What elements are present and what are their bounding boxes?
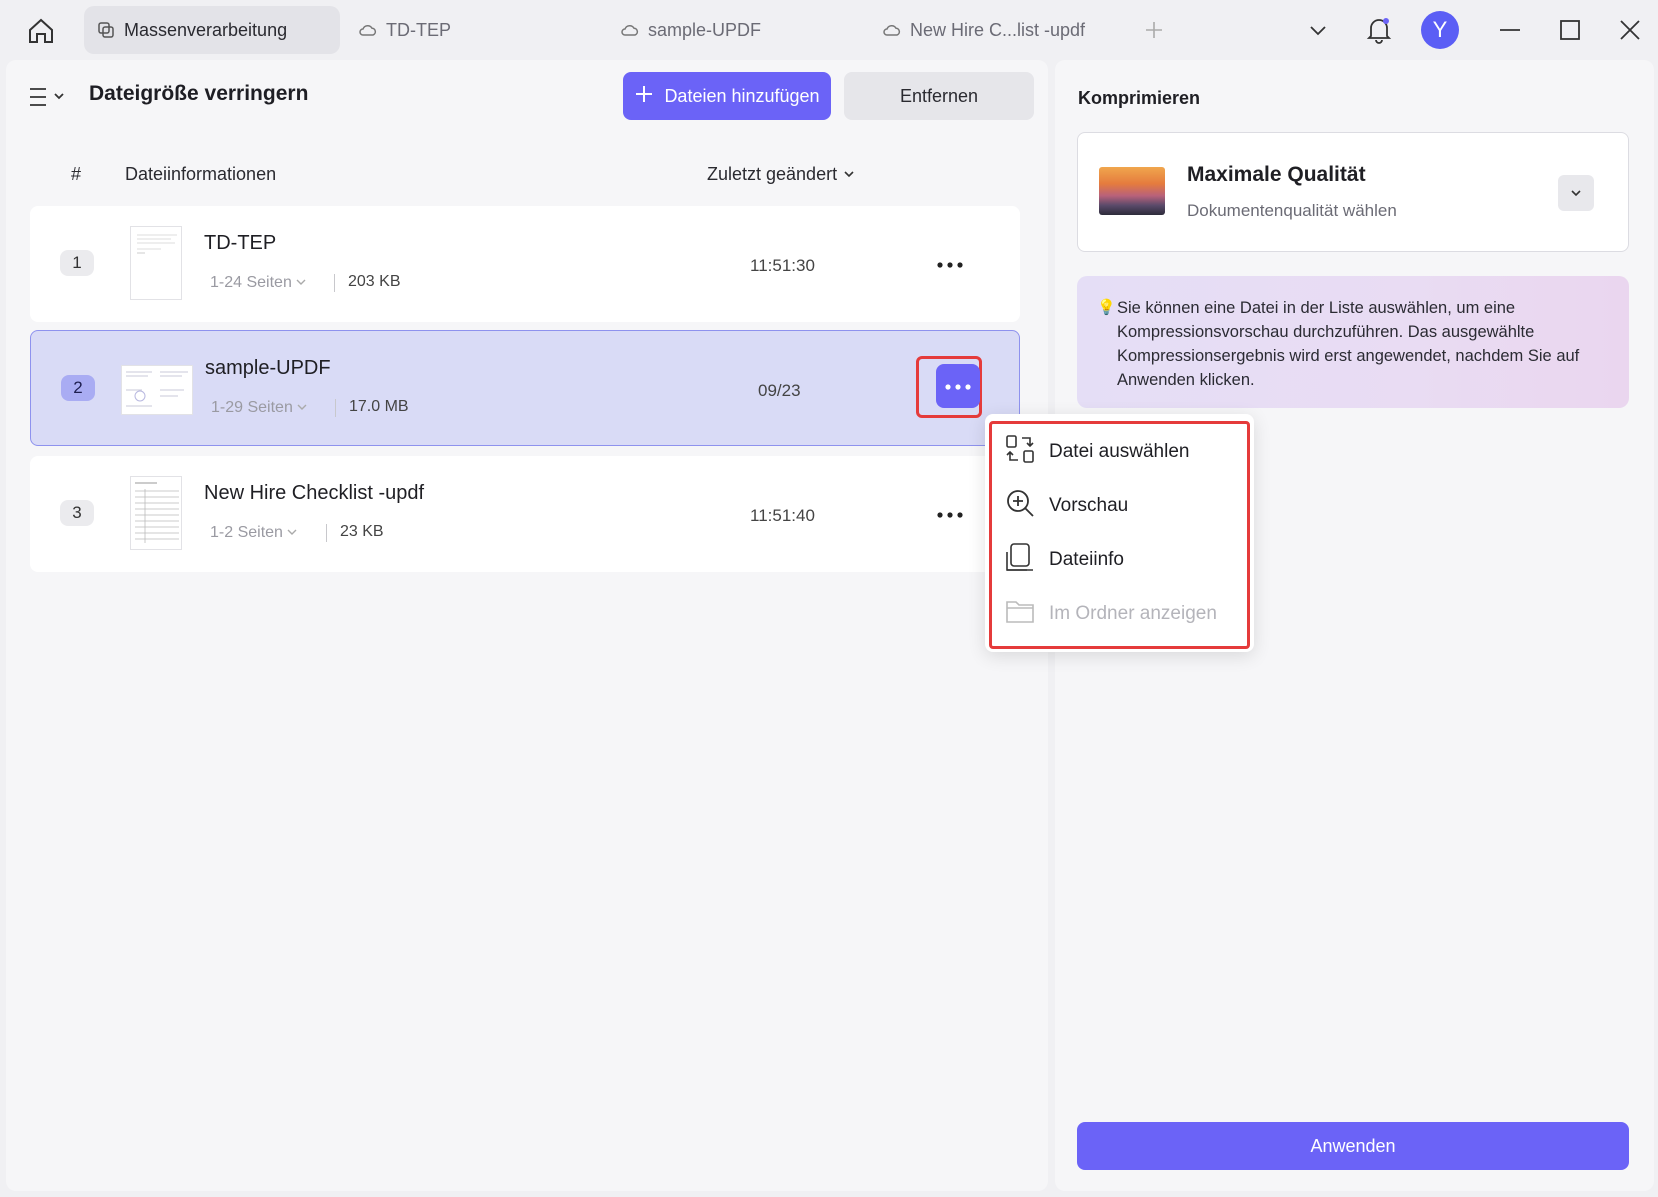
menu-item-preview[interactable]: Vorschau <box>1005 486 1241 526</box>
tab-label: New Hire C...list -updf <box>910 19 1086 40</box>
modified-time: 09/23 <box>758 381 801 400</box>
apply-button[interactable]: Anwenden <box>1077 1122 1629 1170</box>
menu-item-show-in-folder[interactable]: Im Ordner anzeigen <box>1005 594 1241 634</box>
title-bar: Massenverarbeitung TD-TEP sample-UPDF Ne… <box>0 0 1658 60</box>
switch-file-icon <box>1005 434 1035 470</box>
tab-label: Massenverarbeitung <box>124 19 288 40</box>
file-name: New Hire Checklist -updf <box>204 482 425 504</box>
add-files-button[interactable]: Dateien hinzufügen <box>623 72 831 120</box>
zoom-in-icon <box>1005 488 1035 524</box>
table-row[interactable]: 1 TD-TEP 1-24 Seiten 203 KB 11:51:30 <box>30 206 1020 322</box>
file-thumbnail <box>130 226 182 300</box>
menu-item-label: Im Ordner anzeigen <box>1049 603 1217 624</box>
tab-new-hire[interactable]: New Hire C...list -updf <box>870 6 1126 54</box>
tab-label: TD-TEP <box>386 19 451 40</box>
info-box: 💡 Sie können eine Datei in der Liste aus… <box>1077 276 1629 408</box>
col-header-num: # <box>71 164 82 184</box>
more-icon <box>937 255 963 273</box>
file-size: 203 KB <box>348 273 401 290</box>
file-thumbnail <box>130 476 182 550</box>
file-list-panel: Dateigröße verringern Dateien hinzufügen… <box>6 60 1048 1191</box>
divider <box>335 399 336 417</box>
page-range: 1-29 Seiten <box>211 399 293 416</box>
avatar-letter: Y <box>1432 17 1448 42</box>
cloud-icon <box>358 20 378 40</box>
info-text: Sie können eine Datei in der Liste auswä… <box>1117 299 1580 389</box>
minimize-icon[interactable] <box>1492 12 1528 48</box>
maximize-icon[interactable] <box>1552 12 1588 48</box>
chevron-down-icon <box>287 524 297 542</box>
home-icon[interactable] <box>22 12 60 50</box>
avatar[interactable]: Y <box>1421 11 1459 49</box>
tab-massenverarbeitung[interactable]: Massenverarbeitung <box>84 6 340 54</box>
quality-subtitle: Dokumentenqualität wählen <box>1187 201 1397 220</box>
modified-time: 11:51:30 <box>750 256 815 275</box>
bell-icon[interactable] <box>1361 12 1397 48</box>
divider <box>326 524 327 542</box>
menu-toggle[interactable] <box>28 82 72 112</box>
menu-item-label: Vorschau <box>1049 495 1129 516</box>
col-header-info: Dateiinformationen <box>125 164 277 184</box>
table-row-selected[interactable]: 2 sample-UPDF 1-29 Seiten 17.0 MB 09/23 <box>30 330 1020 446</box>
cloud-icon <box>620 20 640 40</box>
chevron-down-icon <box>297 399 307 417</box>
compress-title: Komprimieren <box>1078 88 1201 108</box>
chevron-down-icon <box>296 274 306 292</box>
context-menu: Datei auswählen Vorschau Dateiinfo Im Or… <box>985 414 1254 652</box>
more-options-button[interactable] <box>928 492 972 536</box>
file-name: TD-TEP <box>204 232 277 254</box>
more-icon <box>945 377 971 395</box>
menu-item-select-file[interactable]: Datei auswählen <box>1005 432 1241 472</box>
col-header-modified: Zuletzt geändert <box>707 164 838 184</box>
file-info-icon <box>1005 542 1035 578</box>
more-options-button[interactable] <box>936 364 980 408</box>
file-name: sample-UPDF <box>205 357 331 379</box>
row-number: 1 <box>60 250 94 276</box>
file-size: 17.0 MB <box>349 398 409 415</box>
chevron-down-icon[interactable] <box>1558 175 1594 211</box>
menu-item-file-info[interactable]: Dateiinfo <box>1005 540 1241 580</box>
file-thumbnail <box>121 365 193 415</box>
modified-time: 11:51:40 <box>750 506 815 525</box>
tab-td-tep[interactable]: TD-TEP <box>346 6 596 54</box>
table-row[interactable]: 3 New Hire Checklist -updf 1-2 Seiten 23… <box>30 456 1020 572</box>
cloud-icon <box>882 20 902 40</box>
quality-selector[interactable]: Maximale Qualität Dokumentenqualität wäh… <box>1077 132 1629 252</box>
row-number: 3 <box>60 500 94 526</box>
stack-icon <box>96 20 116 40</box>
page-range: 1-2 Seiten <box>210 524 283 541</box>
page-title: Dateigröße verringern <box>89 82 309 105</box>
file-size: 23 KB <box>340 523 384 540</box>
page-range-select[interactable]: 1-29 Seiten <box>211 399 307 417</box>
more-icon <box>937 505 963 523</box>
lightbulb-icon: 💡 <box>1097 299 1116 316</box>
more-options-button[interactable] <box>928 242 972 286</box>
add-files-label: Dateien hinzufügen <box>664 85 820 106</box>
tab-label: sample-UPDF <box>648 19 762 40</box>
remove-button[interactable]: Entfernen <box>844 72 1034 120</box>
quality-thumbnail <box>1099 167 1165 215</box>
sort-modified-button[interactable]: Zuletzt geändert <box>707 164 855 185</box>
page-range-select[interactable]: 1-2 Seiten <box>210 524 297 542</box>
menu-item-label: Datei auswählen <box>1049 441 1190 462</box>
close-icon[interactable] <box>1612 12 1648 48</box>
row-number: 2 <box>61 375 95 401</box>
page-range-select[interactable]: 1-24 Seiten <box>210 274 306 292</box>
page-range: 1-24 Seiten <box>210 274 292 291</box>
chevron-down-icon <box>843 164 855 185</box>
plus-icon[interactable] <box>1140 16 1168 44</box>
menu-item-label: Dateiinfo <box>1049 549 1124 570</box>
divider <box>334 274 335 292</box>
plus-icon <box>634 84 654 109</box>
quality-title: Maximale Qualität <box>1187 163 1366 186</box>
chevron-down-icon[interactable] <box>1300 12 1336 48</box>
tab-sample-updf[interactable]: sample-UPDF <box>608 6 864 54</box>
folder-icon <box>1005 596 1035 632</box>
